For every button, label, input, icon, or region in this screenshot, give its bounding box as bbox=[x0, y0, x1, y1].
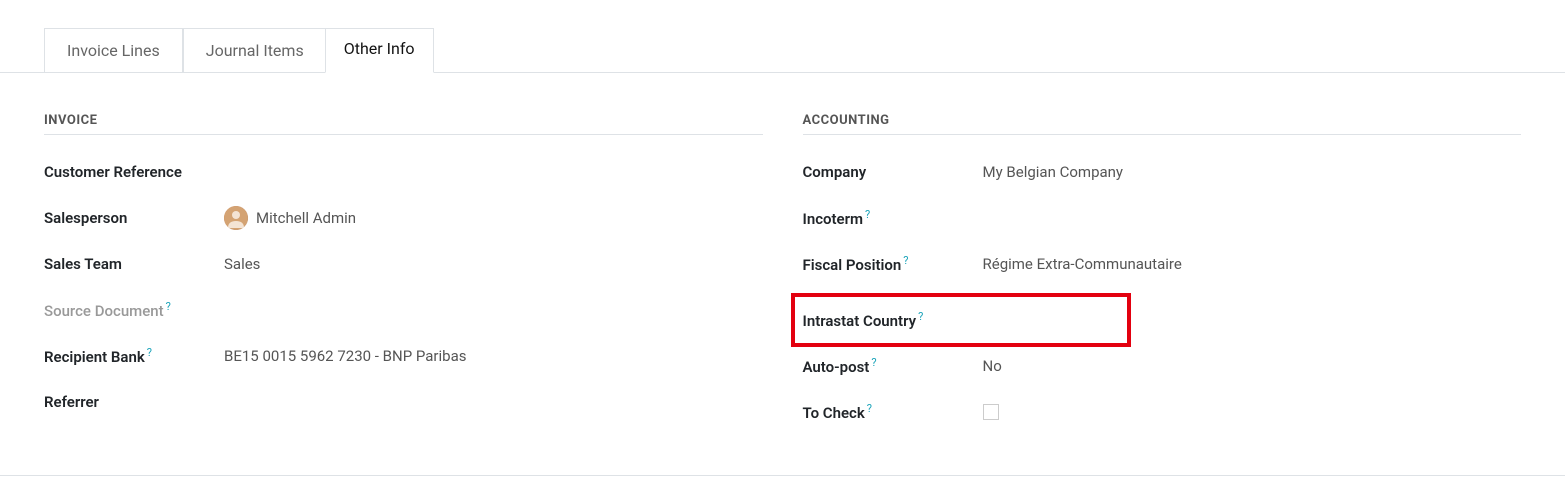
fiscal-position-label: Fiscal Position? bbox=[803, 254, 983, 274]
help-icon[interactable]: ? bbox=[903, 254, 908, 267]
invoice-column: INVOICE Customer Reference Salesperson M bbox=[44, 113, 763, 445]
help-icon[interactable]: ? bbox=[147, 346, 152, 359]
auto-post-label: Auto-post? bbox=[803, 356, 983, 376]
to-check-row: To Check? bbox=[803, 399, 1522, 425]
intrastat-highlight: Intrastat Country? bbox=[791, 293, 1131, 347]
bottom-divider bbox=[0, 475, 1565, 476]
fiscal-position-value[interactable]: Régime Extra-Communautaire bbox=[983, 255, 1182, 273]
to-check-label: To Check? bbox=[803, 402, 983, 422]
avatar bbox=[224, 206, 248, 230]
salesperson-row: Salesperson Mitchell Admin bbox=[44, 205, 763, 231]
tab-bar: Invoice Lines Journal Items Other Info bbox=[44, 28, 1565, 73]
to-check-checkbox[interactable] bbox=[983, 404, 999, 420]
salesperson-label: Salesperson bbox=[44, 209, 224, 227]
help-icon[interactable]: ? bbox=[918, 310, 923, 323]
referrer-row: Referrer bbox=[44, 389, 763, 415]
invoice-section-title: INVOICE bbox=[44, 113, 763, 135]
sales-team-label: Sales Team bbox=[44, 255, 224, 273]
tab-other-info[interactable]: Other Info bbox=[325, 28, 434, 73]
accounting-column: ACCOUNTING Company My Belgian Company In… bbox=[803, 113, 1522, 445]
accounting-section-title: ACCOUNTING bbox=[803, 113, 1522, 135]
sales-team-row: Sales Team Sales bbox=[44, 251, 763, 277]
referrer-label: Referrer bbox=[44, 393, 224, 411]
recipient-bank-value[interactable]: BE15 0015 5962 7230 - BNP Paribas bbox=[224, 347, 466, 365]
customer-reference-label: Customer Reference bbox=[44, 163, 224, 181]
intrastat-country-row: Intrastat Country? bbox=[803, 307, 1119, 333]
recipient-bank-row: Recipient Bank? BE15 0015 5962 7230 - BN… bbox=[44, 343, 763, 369]
to-check-value bbox=[983, 404, 999, 420]
help-icon[interactable]: ? bbox=[166, 300, 171, 313]
customer-reference-row: Customer Reference bbox=[44, 159, 763, 185]
incoterm-row: Incoterm? bbox=[803, 205, 1522, 231]
help-icon[interactable]: ? bbox=[871, 356, 876, 369]
fiscal-position-row: Fiscal Position? Régime Extra-Communauta… bbox=[803, 251, 1522, 277]
auto-post-row: Auto-post? No bbox=[803, 353, 1522, 379]
help-icon[interactable]: ? bbox=[867, 402, 872, 415]
intrastat-country-label: Intrastat Country? bbox=[803, 310, 983, 330]
sales-team-value[interactable]: Sales bbox=[224, 255, 260, 273]
auto-post-value[interactable]: No bbox=[983, 357, 1002, 375]
salesperson-value[interactable]: Mitchell Admin bbox=[224, 206, 356, 230]
company-label: Company bbox=[803, 163, 983, 181]
source-document-row: Source Document? bbox=[44, 297, 763, 323]
tab-invoice-lines[interactable]: Invoice Lines bbox=[44, 28, 183, 73]
company-row: Company My Belgian Company bbox=[803, 159, 1522, 185]
tab-journal-items[interactable]: Journal Items bbox=[183, 28, 327, 73]
company-value[interactable]: My Belgian Company bbox=[983, 163, 1124, 181]
salesperson-name: Mitchell Admin bbox=[256, 209, 356, 227]
avatar-icon bbox=[224, 206, 248, 230]
source-document-label: Source Document? bbox=[44, 300, 224, 320]
content-area: INVOICE Customer Reference Salesperson M bbox=[0, 73, 1565, 475]
recipient-bank-label: Recipient Bank? bbox=[44, 346, 224, 366]
help-icon[interactable]: ? bbox=[865, 208, 870, 221]
incoterm-label: Incoterm? bbox=[803, 208, 983, 228]
page-container: Invoice Lines Journal Items Other Info I… bbox=[0, 28, 1565, 476]
